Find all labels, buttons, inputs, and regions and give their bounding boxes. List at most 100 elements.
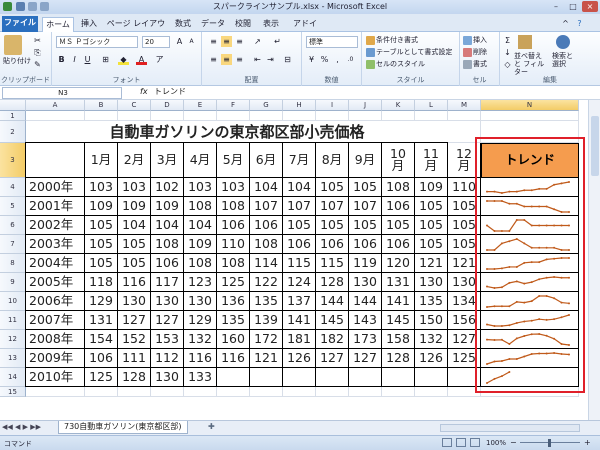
formula-input[interactable]: トレンド [152,87,592,99]
number-label: 数値 [324,76,339,84]
spreadsheet-grid[interactable]: ABCDEFGHIJKLMN 1 2 3 4 5 6 7 8 9 10 11 12 13 14 15 自動車… [0,100,600,420]
help-icon[interactable]: ? [574,18,585,29]
align-middle-icon[interactable]: ≡ [221,36,232,47]
align-center-icon[interactable]: ≡ [221,54,232,65]
delete-cells-icon [463,47,472,57]
format-cells-button[interactable]: 書式 [463,59,487,69]
border-icon[interactable]: ⊞ [100,54,111,65]
align-left-icon[interactable]: ≡ [208,54,219,65]
conditional-format-button[interactable]: 条件付き書式 [366,35,418,45]
number-format-select[interactable]: 標準 [306,36,358,48]
merge-center-icon[interactable]: ⊟ [282,54,293,65]
italic-icon[interactable]: I [69,54,80,65]
sheet-tab-bar: ◀◀ ◀ ▶ ▶▶ 730自動車ガソリン(東京都区部) ✚ [0,420,600,435]
sheet-tab-active[interactable]: 730自動車ガソリン(東京都区部) [58,421,188,434]
minimize-icon[interactable]: – [548,1,564,12]
group-clipboard: 貼り付け ✂ ⎘ ✎ クリップボード [0,32,52,86]
format-as-table-label: テーブルとして書式設定 [376,48,453,56]
paste-button[interactable]: 貼り付け [3,56,31,66]
format-painter-icon[interactable]: ✎ [32,59,43,70]
clear-icon[interactable]: ◇ [502,59,513,70]
cut-icon[interactable]: ✂ [32,35,43,46]
group-styles: 条件付き書式 テーブルとして書式設定 セルのスタイル スタイル [362,32,460,86]
bold-icon[interactable]: B [56,54,67,65]
tab-review[interactable]: 校閲 [232,17,254,32]
new-sheet-icon[interactable]: ✚ [208,422,215,431]
zoom-level[interactable]: 100% [486,439,506,447]
ribbon-tabs: ファイル ホーム 挿入 ページ レイアウト 数式 データ 校閲 表示 アドイン … [0,14,600,42]
indent-decrease-icon[interactable]: ⇤ [252,54,263,65]
table-icon [366,47,375,57]
group-alignment: ≡ ≡ ≡ ↗ ↵ ≡ ≡ ≡ ⇤ ⇥ ⊟ 配置 [202,32,302,86]
orientation-icon[interactable]: ↗ [252,36,263,47]
zoom-slider-thumb[interactable] [548,439,551,447]
delete-cells-button[interactable]: 削除 [463,47,487,57]
page-break-view-icon[interactable] [470,438,480,447]
cell-styles-button[interactable]: セルのスタイル [366,59,425,69]
clipboard-label: クリップボード [1,76,50,84]
page-layout-view-icon[interactable] [456,438,466,447]
group-number: 標準 ¥ % , .0 数値 [302,32,362,86]
font-size-select[interactable]: 20 [142,36,170,48]
name-box[interactable]: N3 [2,87,122,99]
format-cells-label: 書式 [473,60,487,68]
fill-icon[interactable]: ↓ [502,47,513,58]
font-color-icon[interactable]: A [136,54,147,65]
cell-styles-label: セルのスタイル [376,60,425,68]
tab-addins[interactable]: アドイン [290,17,320,42]
conditional-format-icon [366,35,375,45]
format-cells-icon [463,59,472,69]
insert-cells-button[interactable]: 挿入 [463,35,487,45]
status-bar: コマンド 100% − + [0,435,600,450]
phonetic-icon[interactable]: ア [154,54,165,65]
group-cells: 挿入 削除 書式 セル [460,32,500,86]
scroll-thumb[interactable] [591,116,599,176]
tab-page-layout[interactable]: ページ レイアウト [104,17,168,42]
indent-increase-icon[interactable]: ⇥ [265,54,276,65]
sheet-nav-icon[interactable]: ◀◀ ◀ ▶ ▶▶ [2,423,41,431]
delete-cells-label: 削除 [473,48,487,56]
sort-filter-button[interactable]: 並べ替えと フィルター [514,52,548,76]
normal-view-icon[interactable] [442,438,452,447]
tab-file[interactable]: ファイル [2,16,38,32]
align-right-icon[interactable]: ≡ [234,54,245,65]
vertical-scrollbar[interactable] [588,100,600,420]
close-icon[interactable]: × [582,1,598,12]
format-as-table-button[interactable]: テーブルとして書式設定 [366,47,452,57]
underline-icon[interactable]: U [82,54,93,65]
tab-insert[interactable]: 挿入 [78,17,100,32]
align-bottom-icon[interactable]: ≡ [234,36,245,47]
zoom-out-icon[interactable]: − [510,438,517,447]
zoom-in-icon[interactable]: + [584,438,591,447]
decimal-icon[interactable]: .0 [345,54,356,65]
fill-color-icon[interactable]: ◆ [118,54,129,65]
wrap-text-icon[interactable]: ↵ [272,36,283,47]
tab-data[interactable]: データ [200,17,226,32]
function-icon[interactable]: fx [140,87,148,96]
currency-icon[interactable]: ¥ [306,54,317,65]
ribbon-minimize-icon[interactable]: ^ [560,18,571,29]
editing-label: 編集 [543,76,557,84]
find-select-button[interactable]: 検索と 選択 [552,52,582,68]
group-font: ＭＳ Ｐゴシック 20 A A B I U ⊞ ◆ A ア フォント [52,32,202,86]
cells-label: セル [472,76,487,84]
sort-filter-icon [518,35,532,49]
font-name-select[interactable]: ＭＳ Ｐゴシック [56,36,138,48]
formula-bar: N3 fx トレンド [0,86,600,100]
paste-icon[interactable] [4,35,22,55]
percent-icon[interactable]: % [319,54,330,65]
grow-font-icon[interactable]: A [174,36,185,47]
shrink-font-icon[interactable]: A [186,36,197,47]
styles-label: スタイル [396,76,425,84]
insert-cells-icon [463,35,472,45]
copy-icon[interactable]: ⎘ [32,47,43,58]
tab-home[interactable]: ホーム [42,17,74,32]
horizontal-scrollbar[interactable] [440,424,580,432]
tab-formulas[interactable]: 数式 [172,17,194,32]
align-top-icon[interactable]: ≡ [208,36,219,47]
tab-view[interactable]: 表示 [260,17,282,32]
maximize-icon[interactable]: □ [565,1,581,12]
comma-icon[interactable]: , [332,54,343,65]
window-title: スパークラインサンプル.xlsx - Microsoft Excel [212,2,388,11]
autosum-icon[interactable]: Σ [502,35,513,46]
